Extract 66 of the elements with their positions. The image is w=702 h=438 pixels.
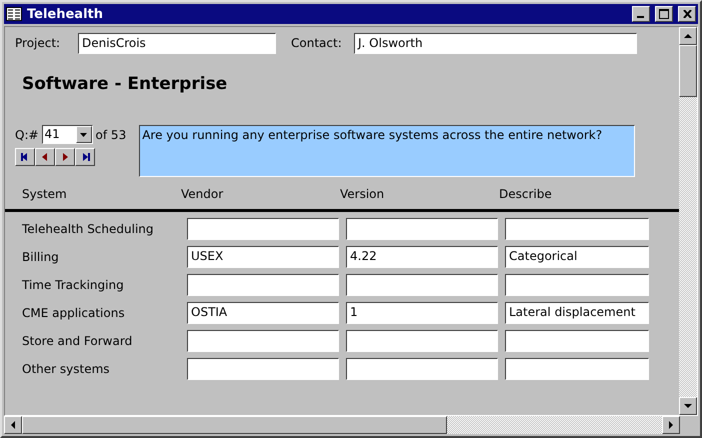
- next-record-button[interactable]: [55, 148, 75, 166]
- previous-record-button[interactable]: [35, 148, 55, 166]
- vendor-field[interactable]: OSTIA: [187, 302, 339, 324]
- describe-field[interactable]: [505, 358, 649, 380]
- contact-field[interactable]: J. Olsworth: [354, 32, 637, 54]
- describe-field[interactable]: [505, 330, 649, 352]
- last-record-icon: [80, 152, 90, 162]
- caret-icon: [80, 132, 88, 136]
- window-title: Telehealth: [27, 6, 104, 22]
- section-heading: Software - Enterprise: [22, 74, 228, 94]
- system-name: CME applications: [22, 306, 126, 320]
- vertical-scrollbar[interactable]: [679, 27, 697, 415]
- describe-field[interactable]: Lateral displacement: [505, 302, 649, 324]
- system-name: Store and Forward: [22, 334, 134, 348]
- down-arrow-icon: [684, 404, 692, 408]
- form-icon: [6, 7, 22, 21]
- version-field[interactable]: 4.22: [346, 246, 498, 268]
- column-header: Version: [340, 187, 386, 203]
- system-name: Telehealth Scheduling: [22, 222, 155, 236]
- column-header: Vendor: [181, 187, 224, 203]
- dropdown-button[interactable]: [76, 126, 92, 143]
- last-record-button[interactable]: [75, 148, 95, 166]
- project-field[interactable]: DenisCrois: [78, 32, 276, 54]
- version-field[interactable]: 1: [346, 302, 498, 324]
- vendor-field[interactable]: [187, 330, 339, 352]
- column-header: System: [22, 187, 68, 203]
- previous-record-icon: [40, 152, 50, 162]
- system-name: Time Trackinging: [22, 278, 125, 292]
- scroll-thumb[interactable]: [679, 45, 697, 97]
- question-number-label: Q:#: [15, 128, 39, 142]
- scroll-down-button[interactable]: [679, 397, 697, 415]
- describe-field[interactable]: Categorical: [505, 246, 649, 268]
- scroll-right-button[interactable]: [662, 416, 680, 434]
- vendor-field[interactable]: [187, 358, 339, 380]
- version-field[interactable]: [346, 330, 498, 352]
- question-number-dropdown[interactable]: 41: [42, 125, 93, 144]
- vendor-field[interactable]: USEX: [187, 246, 339, 268]
- question-total: of 53: [96, 128, 126, 142]
- vendor-field[interactable]: [187, 274, 339, 296]
- first-record-icon: [20, 152, 30, 162]
- scroll-left-button[interactable]: [4, 416, 22, 434]
- left-arrow-icon: [11, 421, 15, 429]
- column-header: Describe: [499, 187, 553, 203]
- system-name: Other systems: [22, 362, 111, 376]
- next-record-icon: [60, 152, 70, 162]
- maximize-icon: [659, 9, 669, 19]
- describe-field[interactable]: [505, 274, 649, 296]
- up-arrow-icon: [684, 34, 692, 38]
- question-text: Are you running any enterprise software systems across the entire network?: [139, 125, 636, 177]
- vendor-field[interactable]: [187, 218, 339, 240]
- version-field[interactable]: [346, 274, 498, 296]
- right-arrow-icon: [669, 421, 673, 429]
- close-icon: [682, 10, 692, 18]
- close-button[interactable]: [678, 6, 696, 22]
- first-record-button[interactable]: [15, 148, 35, 166]
- horizontal-scrollbar[interactable]: [4, 416, 680, 434]
- scroll-up-button[interactable]: [679, 27, 697, 45]
- maximize-button[interactable]: [655, 6, 673, 22]
- contact-label: Contact:: [291, 36, 343, 50]
- minimize-button[interactable]: [632, 6, 650, 22]
- describe-field[interactable]: [505, 218, 649, 240]
- version-field[interactable]: [346, 218, 498, 240]
- system-name: Billing: [22, 250, 60, 264]
- scroll-thumb[interactable]: [22, 416, 447, 434]
- project-label: Project:: [15, 36, 62, 50]
- version-field[interactable]: [346, 358, 498, 380]
